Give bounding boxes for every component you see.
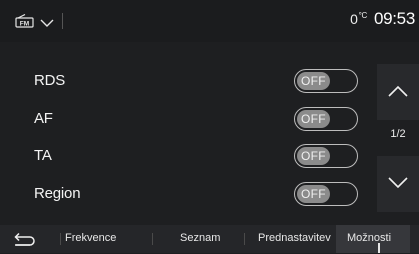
rds-toggle[interactable]: OFF: [294, 69, 358, 93]
tab-divider: [60, 233, 61, 245]
bottom-tab-bar: Frekvence Seznam Prednastavitev Možnosti: [0, 225, 419, 253]
outside-temperature: 0°C: [350, 11, 367, 27]
source-label: FM: [20, 20, 29, 27]
scroll-up-button[interactable]: [377, 64, 419, 120]
tab-moznosti[interactable]: Možnosti: [347, 232, 391, 244]
setting-row-af[interactable]: AF OFF: [0, 102, 376, 140]
page-indicator: 1/2: [390, 128, 406, 140]
radio-fm-icon[interactable]: FM: [15, 13, 35, 28]
scroll-down-button[interactable]: [377, 156, 419, 212]
list-scroller: 1/2: [377, 64, 419, 212]
toggle-state: OFF: [297, 147, 330, 165]
setting-row-ta[interactable]: TA OFF: [0, 139, 376, 177]
chevron-down-icon[interactable]: [40, 15, 54, 27]
tab-frekvence[interactable]: Frekvence: [65, 232, 116, 244]
ta-toggle[interactable]: OFF: [294, 144, 358, 168]
temperature-value: 0: [350, 11, 358, 27]
setting-row-rds[interactable]: RDS OFF: [0, 64, 376, 102]
status-bar: FM 0°C 09:53: [0, 0, 419, 42]
temperature-unit: °C: [358, 11, 368, 20]
setting-label: RDS: [34, 72, 66, 89]
settings-list: RDS OFF AF OFF TA OFF Region OFF: [0, 64, 376, 214]
status-divider: [62, 13, 63, 29]
toggle-state: OFF: [297, 72, 330, 90]
back-button[interactable]: [10, 231, 40, 249]
af-toggle[interactable]: OFF: [294, 106, 358, 131]
setting-label: AF: [34, 109, 53, 127]
tab-prednastavitev[interactable]: Prednastavitev: [258, 232, 331, 244]
clock: 09:53: [373, 9, 415, 28]
setting-label: TA: [34, 147, 52, 164]
toggle-state: OFF: [297, 184, 330, 203]
region-toggle[interactable]: OFF: [294, 181, 358, 206]
back-arrow-icon: [10, 232, 40, 253]
active-tab-indicator: [378, 243, 380, 253]
setting-label: Region: [34, 184, 81, 202]
toggle-state: OFF: [297, 109, 330, 128]
tab-divider: [244, 233, 245, 245]
tab-divider: [152, 233, 153, 245]
setting-row-region[interactable]: Region OFF: [0, 177, 376, 215]
tab-seznam[interactable]: Seznam: [180, 232, 220, 244]
